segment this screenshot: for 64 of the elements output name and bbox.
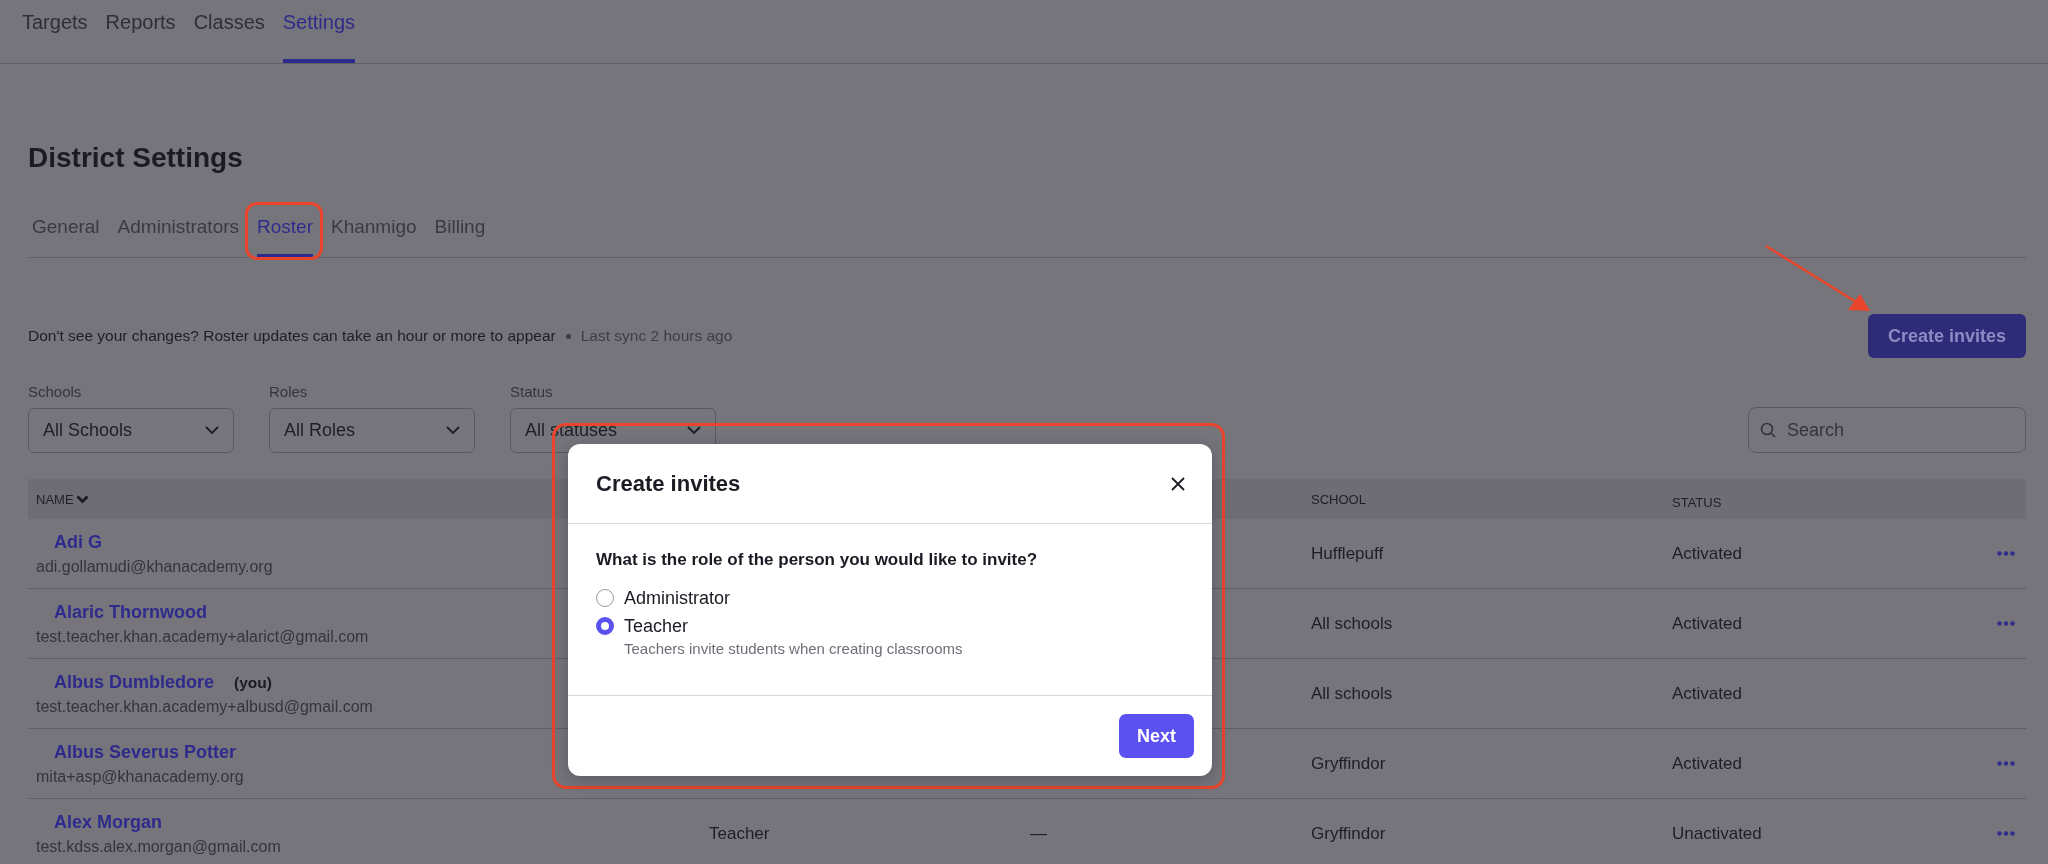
table-cell-text: — bbox=[1030, 823, 1048, 844]
column-header: SCHOOL bbox=[1311, 491, 1367, 507]
option-hint: Teachers invite students when creating classrooms bbox=[624, 640, 964, 657]
chevron-down-icon bbox=[446, 426, 460, 435]
chevron-down-icon bbox=[75, 494, 89, 504]
user-email: test.teacher.khan.academy+albusd@gmail.com bbox=[36, 697, 373, 716]
more-options-button[interactable] bbox=[1995, 829, 2017, 838]
search-field[interactable]: Search bbox=[1748, 407, 2026, 453]
filter-label: Roles bbox=[269, 383, 309, 400]
close-icon bbox=[1170, 475, 1186, 492]
section-tab[interactable]: Administrators bbox=[117, 200, 240, 257]
school-cell-text: Gryffindor bbox=[1311, 823, 1387, 844]
nav-tab[interactable]: Settings bbox=[282, 0, 356, 63]
user-email: adi.gollamudi@khanacademy.org bbox=[36, 557, 273, 576]
dialog-title: Create invites bbox=[596, 470, 741, 497]
status-cell-text: Unactivated bbox=[1672, 823, 1763, 844]
nav-tab[interactable]: Classes bbox=[193, 0, 265, 63]
user-name-link[interactable]: Alaric Thornwood bbox=[54, 601, 207, 623]
chevron-down-icon bbox=[687, 426, 701, 435]
section-tab[interactable]: Khanmigo bbox=[331, 200, 417, 257]
last-sync-text: Last sync 2 hours ago bbox=[580, 327, 733, 345]
next-button[interactable]: Next bbox=[1119, 714, 1194, 758]
filter-dropdown[interactable]: All Schools bbox=[28, 408, 234, 453]
create-invites-button[interactable]: Create invites bbox=[1867, 314, 2026, 358]
search-icon bbox=[1760, 422, 1776, 438]
radio-button[interactable] bbox=[596, 617, 614, 635]
status-cell-text: Activated bbox=[1672, 543, 1743, 564]
user-email: mita+asp@khanacademy.org bbox=[36, 767, 244, 786]
radio-button[interactable] bbox=[596, 589, 614, 607]
nav-tab[interactable]: Targets bbox=[22, 0, 88, 63]
status-cell-text: Activated bbox=[1672, 683, 1743, 704]
section-tab[interactable]: Roster bbox=[257, 200, 313, 257]
separator-dot bbox=[565, 333, 571, 339]
section-tab[interactable]: General bbox=[32, 200, 100, 257]
more-options-button[interactable] bbox=[1995, 759, 2017, 768]
user-name-link[interactable]: Adi G bbox=[54, 531, 102, 553]
filter-label: Schools bbox=[28, 383, 83, 400]
user-name-link[interactable]: Alex Morgan bbox=[54, 811, 163, 833]
more-options-button[interactable] bbox=[1995, 619, 2017, 628]
section-tab[interactable]: Billing bbox=[434, 200, 486, 257]
more-options-button[interactable] bbox=[1995, 549, 2017, 558]
school-cell-text: Hufflepuff bbox=[1311, 543, 1385, 564]
status-cell-text: Activated bbox=[1672, 613, 1743, 634]
school-cell-text: Gryffindor bbox=[1311, 753, 1387, 774]
user-name-link[interactable]: Albus Dumbledore bbox=[54, 671, 214, 693]
school-cell-text: All schools bbox=[1311, 613, 1394, 634]
radio-label[interactable]: Teacher bbox=[624, 615, 689, 637]
role-cell-text: Teacher bbox=[709, 823, 771, 844]
chevron-down-icon bbox=[205, 426, 219, 435]
sync-message: Don't see your changes? Roster updates can take an hour or more to appear bbox=[28, 327, 556, 345]
filter-label: Status bbox=[510, 383, 554, 400]
status-cell-text: Activated bbox=[1672, 753, 1743, 774]
user-email: test.kdss.alex.morgan@gmail.com bbox=[36, 837, 281, 856]
nav-tab[interactable]: Reports bbox=[105, 0, 176, 63]
user-email: test.teacher.khan.academy+alarict@gmail.com bbox=[36, 627, 369, 646]
column-header: STATUS bbox=[1672, 493, 1723, 510]
close-button[interactable] bbox=[1170, 475, 1186, 492]
page-title: District Settings bbox=[28, 141, 244, 175]
filter-dropdown[interactable]: All Roles bbox=[269, 408, 475, 453]
school-cell-text: All schools bbox=[1311, 683, 1394, 704]
you-label: (you) bbox=[234, 673, 272, 692]
user-name-link[interactable]: Albus Severus Potter bbox=[54, 741, 237, 763]
radio-label[interactable]: Administrator bbox=[624, 587, 731, 609]
dialog-question: What is the role of the person you would like to invite? bbox=[596, 550, 1039, 570]
